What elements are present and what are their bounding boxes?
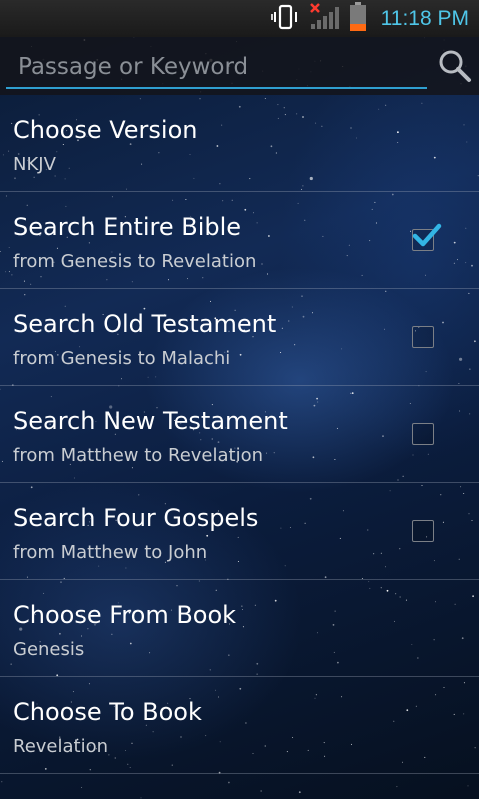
choose-version-item[interactable]: Choose Version NKJV xyxy=(0,95,479,192)
search-bar xyxy=(0,37,479,95)
search-four-gospels-item[interactable]: Search Four Gospels from Matthew to John xyxy=(0,483,479,580)
choose-from-book-item[interactable]: Choose From Book Genesis xyxy=(0,580,479,677)
choose-to-book-item[interactable]: Choose To Book Revelation xyxy=(0,677,479,774)
item-title: Choose Version xyxy=(13,116,198,144)
entire-bible-checkbox[interactable] xyxy=(412,223,442,251)
status-bar: 11:18 PM xyxy=(0,0,479,37)
no-signal-icon xyxy=(309,2,339,35)
checkmark-icon xyxy=(412,223,442,247)
search-entire-bible-item[interactable]: Search Entire Bible from Genesis to Reve… xyxy=(0,192,479,289)
item-title: Choose To Book xyxy=(13,698,202,726)
search-old-testament-item[interactable]: Search Old Testament from Genesis to Mal… xyxy=(0,289,479,386)
item-subtitle: Revelation xyxy=(13,736,109,757)
item-subtitle: from Genesis to Revelation xyxy=(13,251,257,272)
item-subtitle: from Matthew to Revelation xyxy=(13,445,264,466)
search-input[interactable] xyxy=(6,47,427,89)
phone-vibrate-icon xyxy=(270,4,299,34)
new-testament-checkbox[interactable] xyxy=(412,423,434,445)
battery-icon xyxy=(349,1,367,36)
item-title: Search New Testament xyxy=(13,407,288,435)
item-subtitle: Genesis xyxy=(13,639,85,660)
item-title: Search Entire Bible xyxy=(13,213,242,241)
options-list: Choose Version NKJV Search Entire Bible … xyxy=(0,95,479,774)
item-subtitle: from Genesis to Malachi xyxy=(13,348,231,369)
item-title: Search Four Gospels xyxy=(13,504,259,532)
search-button[interactable] xyxy=(436,49,474,87)
search-icon xyxy=(438,49,472,87)
item-title: Choose From Book xyxy=(13,601,237,629)
item-subtitle: from Matthew to John xyxy=(13,542,208,563)
item-title: Search Old Testament xyxy=(13,310,277,338)
search-new-testament-item[interactable]: Search New Testament from Matthew to Rev… xyxy=(0,386,479,483)
old-testament-checkbox[interactable] xyxy=(412,326,434,348)
status-time: 11:18 PM xyxy=(380,6,469,30)
four-gospels-checkbox[interactable] xyxy=(412,520,434,542)
item-subtitle: NKJV xyxy=(13,154,56,175)
